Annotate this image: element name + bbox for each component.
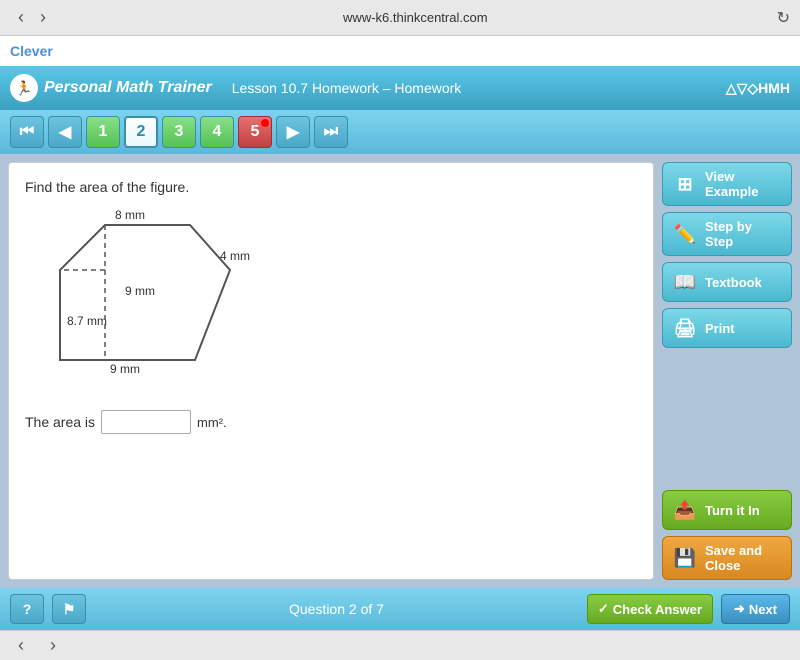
clever-bar: Clever	[0, 36, 800, 66]
browser-bar: ‹ › www-k6.thinkcentral.com ↻	[0, 0, 800, 36]
answer-row: The area is mm².	[25, 410, 637, 434]
question-area: Find the area of the figure. 8 mm 4 mm 9…	[8, 162, 654, 580]
nav-next-button[interactable]: ▶	[276, 116, 310, 148]
print-button[interactable]: 🖨 Print	[662, 308, 792, 348]
textbook-label: Textbook	[705, 275, 762, 290]
browser-forward-bottom[interactable]: ›	[42, 635, 64, 656]
view-example-icon: ⊞	[671, 172, 699, 196]
nav-page-5[interactable]: 5	[238, 116, 272, 148]
turn-it-in-icon: 📤	[671, 498, 699, 522]
figure-container: 8 mm 4 mm 9 mm 8.7 mm 9 mm	[45, 205, 637, 390]
textbook-button[interactable]: 📖 Textbook	[662, 262, 792, 302]
nav-page-4[interactable]: 4	[200, 116, 234, 148]
browser-nav-bottom: ‹ ›	[0, 630, 800, 660]
answer-input[interactable]	[101, 410, 191, 434]
nav-prev-button[interactable]: ◀	[48, 116, 82, 148]
flag-button[interactable]: ⚑	[52, 594, 86, 624]
figure-label-height: 8.7 mm	[67, 314, 107, 328]
step-by-step-label: Step by Step	[705, 219, 783, 249]
save-and-close-button[interactable]: 💾 Save and Close	[662, 536, 792, 580]
figure-label-top: 8 mm	[115, 208, 145, 222]
sidebar: ⊞ View Example ✏️ Step by Step 📖 Textboo…	[662, 162, 792, 580]
header-logo: 🏃 Personal Math Trainer	[10, 74, 212, 102]
next-arrow-icon: ➜	[734, 601, 745, 617]
clever-logo: Clever	[10, 43, 53, 59]
turn-it-in-label: Turn it In	[705, 503, 760, 518]
figure-label-right-top: 4 mm	[220, 249, 250, 263]
save-and-close-label: Save and Close	[705, 543, 783, 573]
check-answer-button[interactable]: ✓ Check Answer	[587, 594, 713, 624]
nav-page-1[interactable]: 1	[86, 116, 120, 148]
check-answer-label: Check Answer	[613, 602, 702, 617]
answer-unit: mm².	[197, 415, 227, 430]
header-hmh-logo: △▽◇HMH	[726, 80, 790, 97]
header-logo-icon: 🏃	[10, 74, 38, 102]
question-text: Find the area of the figure.	[25, 179, 637, 195]
view-example-label: View Example	[705, 169, 783, 199]
figure-svg: 8 mm 4 mm 9 mm 8.7 mm 9 mm	[45, 205, 275, 385]
print-icon: 🖨	[671, 316, 699, 340]
figure-label-bottom: 9 mm	[110, 362, 140, 376]
nav-page-3[interactable]: 3	[162, 116, 196, 148]
next-label: Next	[749, 602, 777, 617]
save-and-close-icon: 💾	[671, 546, 699, 570]
question-counter: Question 2 of 7	[94, 601, 579, 617]
main-content: Find the area of the figure. 8 mm 4 mm 9…	[0, 154, 800, 588]
nav-first-button[interactable]: ⏮	[10, 116, 44, 148]
view-example-button[interactable]: ⊞ View Example	[662, 162, 792, 206]
browser-back-bottom[interactable]: ‹	[10, 635, 32, 656]
figure-label-middle: 9 mm	[125, 284, 155, 298]
browser-forward-button[interactable]: ›	[32, 7, 54, 28]
nav-last-button[interactable]: ⏭	[314, 116, 348, 148]
header-lesson-text: Lesson 10.7 Homework – Homework	[232, 80, 462, 96]
answer-prefix: The area is	[25, 414, 95, 430]
bottom-bar: ? ⚑ Question 2 of 7 ✓ Check Answer ➜ Nex…	[0, 588, 800, 630]
print-label: Print	[705, 321, 735, 336]
step-by-step-icon: ✏️	[671, 222, 699, 246]
help-button[interactable]: ?	[10, 594, 44, 624]
header-logo-text: Personal Math Trainer	[44, 79, 212, 97]
browser-back-button[interactable]: ‹	[10, 7, 32, 28]
step-by-step-button[interactable]: ✏️ Step by Step	[662, 212, 792, 256]
check-icon: ✓	[598, 601, 609, 617]
browser-url: www-k6.thinkcentral.com	[54, 10, 777, 25]
nav-page-2[interactable]: 2	[124, 116, 158, 148]
nav-bar: ⏮ ◀ 1 2 3 4 5 ▶ ⏭	[0, 110, 800, 154]
textbook-icon: 📖	[671, 270, 699, 294]
browser-refresh-button[interactable]: ↻	[777, 8, 790, 28]
app-header: 🏃 Personal Math Trainer Lesson 10.7 Home…	[0, 66, 800, 110]
next-button[interactable]: ➜ Next	[721, 594, 790, 624]
turn-it-in-button[interactable]: 📤 Turn it In	[662, 490, 792, 530]
